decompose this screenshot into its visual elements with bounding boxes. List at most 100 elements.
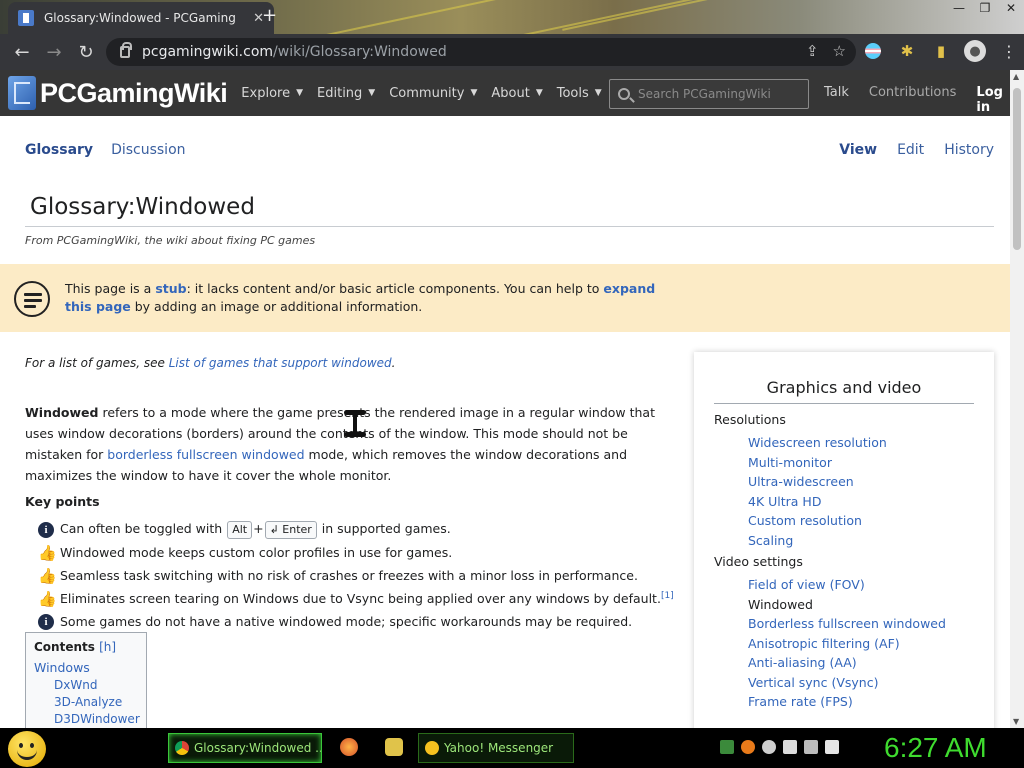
- search-icon: [618, 88, 630, 100]
- tab-edit[interactable]: Edit: [897, 142, 924, 158]
- infobox-link[interactable]: 4K Ultra HD: [748, 494, 974, 514]
- tab-discussion[interactable]: Discussion: [111, 142, 185, 158]
- site-tagline: From PCGamingWiki, the wiki about fixing…: [25, 234, 316, 247]
- taskbar-item-chrome[interactable]: Glossary:Windowed ...: [168, 733, 322, 763]
- infobox-link[interactable]: Borderless fullscreen windowed: [748, 616, 974, 636]
- reload-button[interactable]: ↻: [70, 36, 102, 68]
- search-input[interactable]: [638, 87, 798, 101]
- chevron-down-icon: ▼: [535, 88, 543, 98]
- browser-tab[interactable]: Glossary:Windowed - PCGaming ✕: [8, 2, 274, 34]
- new-tab-button[interactable]: +: [262, 5, 277, 26]
- nav-explore[interactable]: Explore ▼: [241, 86, 303, 101]
- infobox-section-heading: Resolutions: [714, 412, 786, 427]
- tab-view[interactable]: View: [839, 142, 877, 158]
- minimize-button[interactable]: —: [946, 0, 972, 18]
- nav-community[interactable]: Community ▼: [389, 86, 477, 101]
- stub-link[interactable]: stub: [155, 281, 186, 296]
- table-of-contents: Contents [h] Windows DxWnd 3D-Analyze D3…: [25, 632, 147, 728]
- tray-flag-icon[interactable]: [783, 740, 797, 754]
- see-also-note: For a list of games, see List of games t…: [25, 356, 396, 370]
- taskbar-item-yahoo-messenger[interactable]: Yahoo! Messenger: [418, 733, 574, 763]
- list-item: 👍 Windowed mode keeps custom color profi…: [38, 543, 453, 562]
- thumbs-up-icon: 👍: [38, 589, 57, 608]
- infobox-link[interactable]: Vertical sync (Vsync): [748, 675, 974, 695]
- url-text[interactable]: pcgamingwiki.com/wiki/Glossary:Windowed: [142, 44, 447, 60]
- page-scrollbar[interactable]: ▲ ▼: [1010, 70, 1024, 728]
- yahoo-messenger-icon: [425, 741, 439, 755]
- page-content: Glossary Discussion View Edit History Gl…: [0, 116, 1010, 728]
- flag-extension-icon[interactable]: [862, 40, 884, 62]
- toc-item[interactable]: Windows: [34, 660, 138, 675]
- namespace-tabs: Glossary Discussion: [25, 142, 186, 158]
- talk-link[interactable]: Talk: [824, 85, 849, 115]
- scroll-thumb[interactable]: [1013, 88, 1021, 250]
- back-button[interactable]: ←: [6, 36, 38, 68]
- tray-network-icon[interactable]: [720, 740, 734, 754]
- site-logo[interactable]: PCGamingWiki: [8, 76, 228, 110]
- borderless-link[interactable]: borderless fullscreen windowed: [107, 447, 304, 462]
- infobox-link[interactable]: Scaling: [748, 533, 974, 553]
- infobox-link[interactable]: Ultra-widescreen: [748, 474, 974, 494]
- system-tray: [720, 740, 839, 754]
- folder-icon[interactable]: [385, 738, 403, 756]
- infobox-link[interactable]: Frame rate (FPS): [748, 694, 974, 714]
- page-title: Glossary:Windowed: [30, 194, 255, 220]
- infobox-section-heading: Video settings: [714, 554, 803, 569]
- reference-link[interactable]: [1]: [661, 591, 674, 601]
- taskbar: Glossary:Windowed ... Yahoo! Messenger 6…: [0, 728, 1024, 768]
- key-points-heading: Key points: [25, 494, 100, 509]
- infobox-link[interactable]: Anisotropic filtering (AF): [748, 636, 974, 656]
- chrome-icon: [175, 741, 189, 755]
- user-links: Talk Contributions Log in: [824, 85, 1010, 115]
- toc-toggle[interactable]: [h]: [99, 640, 116, 654]
- start-button[interactable]: [8, 731, 46, 767]
- tab-glossary[interactable]: Glossary: [25, 142, 93, 158]
- lock-icon[interactable]: [120, 42, 132, 58]
- tray-minus-icon[interactable]: [762, 740, 776, 754]
- tray-display-icon[interactable]: [804, 740, 818, 754]
- scroll-down-icon[interactable]: ▼: [1013, 717, 1019, 726]
- scroll-up-icon[interactable]: ▲: [1013, 72, 1019, 81]
- bookmark-star-icon[interactable]: ☆: [833, 42, 846, 60]
- address-bar[interactable]: pcgamingwiki.com/wiki/Glossary:Windowed …: [106, 38, 856, 66]
- list-item: i Some games do not have a native window…: [38, 610, 678, 633]
- stub-icon: [14, 281, 50, 317]
- maximize-button[interactable]: ❐: [972, 0, 998, 18]
- enter-key: ↲ Enter: [264, 520, 317, 539]
- tab-history[interactable]: History: [944, 142, 994, 158]
- list-item: i Can often be toggled with Alt + ↲ Enter …: [38, 518, 678, 541]
- pcgamingwiki-favicon-icon: [18, 10, 34, 26]
- info-icon: i: [38, 613, 54, 630]
- nav-editing[interactable]: Editing ▼: [317, 86, 375, 101]
- forward-button[interactable]: →: [38, 36, 70, 68]
- puzzle-icon[interactable]: ✱: [896, 40, 918, 62]
- contributions-link[interactable]: Contributions: [869, 85, 957, 115]
- chevron-down-icon: ▼: [470, 88, 478, 98]
- infobox-title: Graphics and video: [766, 378, 922, 397]
- infobox-link[interactable]: Field of view (FOV): [748, 577, 974, 597]
- toc-item[interactable]: D3DWindower: [54, 712, 140, 726]
- menu-icon[interactable]: ⋮: [998, 40, 1020, 62]
- infobox-link[interactable]: Multi-monitor: [748, 455, 974, 475]
- share-icon[interactable]: ⇪: [806, 42, 819, 60]
- profile-icon[interactable]: ●: [964, 40, 986, 62]
- games-list-link[interactable]: List of games that support windowed: [169, 356, 392, 370]
- stub-notice: This page is a stub: it lacks content an…: [0, 264, 1010, 332]
- taskbar-clock[interactable]: 6:27 AM: [884, 732, 987, 764]
- tray-search-icon[interactable]: [741, 740, 755, 754]
- toc-item[interactable]: DxWnd: [54, 678, 138, 692]
- infobox-link[interactable]: Anti-aliasing (AA): [748, 655, 974, 675]
- site-search[interactable]: [609, 79, 809, 109]
- tray-volume-icon[interactable]: [825, 740, 839, 754]
- nav-tools[interactable]: Tools ▼: [557, 86, 602, 101]
- nav-about[interactable]: About ▼: [491, 86, 542, 101]
- logo-text: PCGamingWiki: [40, 77, 228, 108]
- toc-item[interactable]: 3D-Analyze: [54, 695, 138, 709]
- sidebar-icon[interactable]: ▮: [930, 40, 952, 62]
- login-link[interactable]: Log in: [976, 85, 1010, 115]
- firefox-icon[interactable]: [340, 738, 358, 756]
- infobox-divider: [714, 403, 974, 404]
- close-window-button[interactable]: ✕: [998, 0, 1024, 18]
- infobox-link[interactable]: Widescreen resolution: [748, 435, 974, 455]
- infobox-link[interactable]: Custom resolution: [748, 513, 974, 533]
